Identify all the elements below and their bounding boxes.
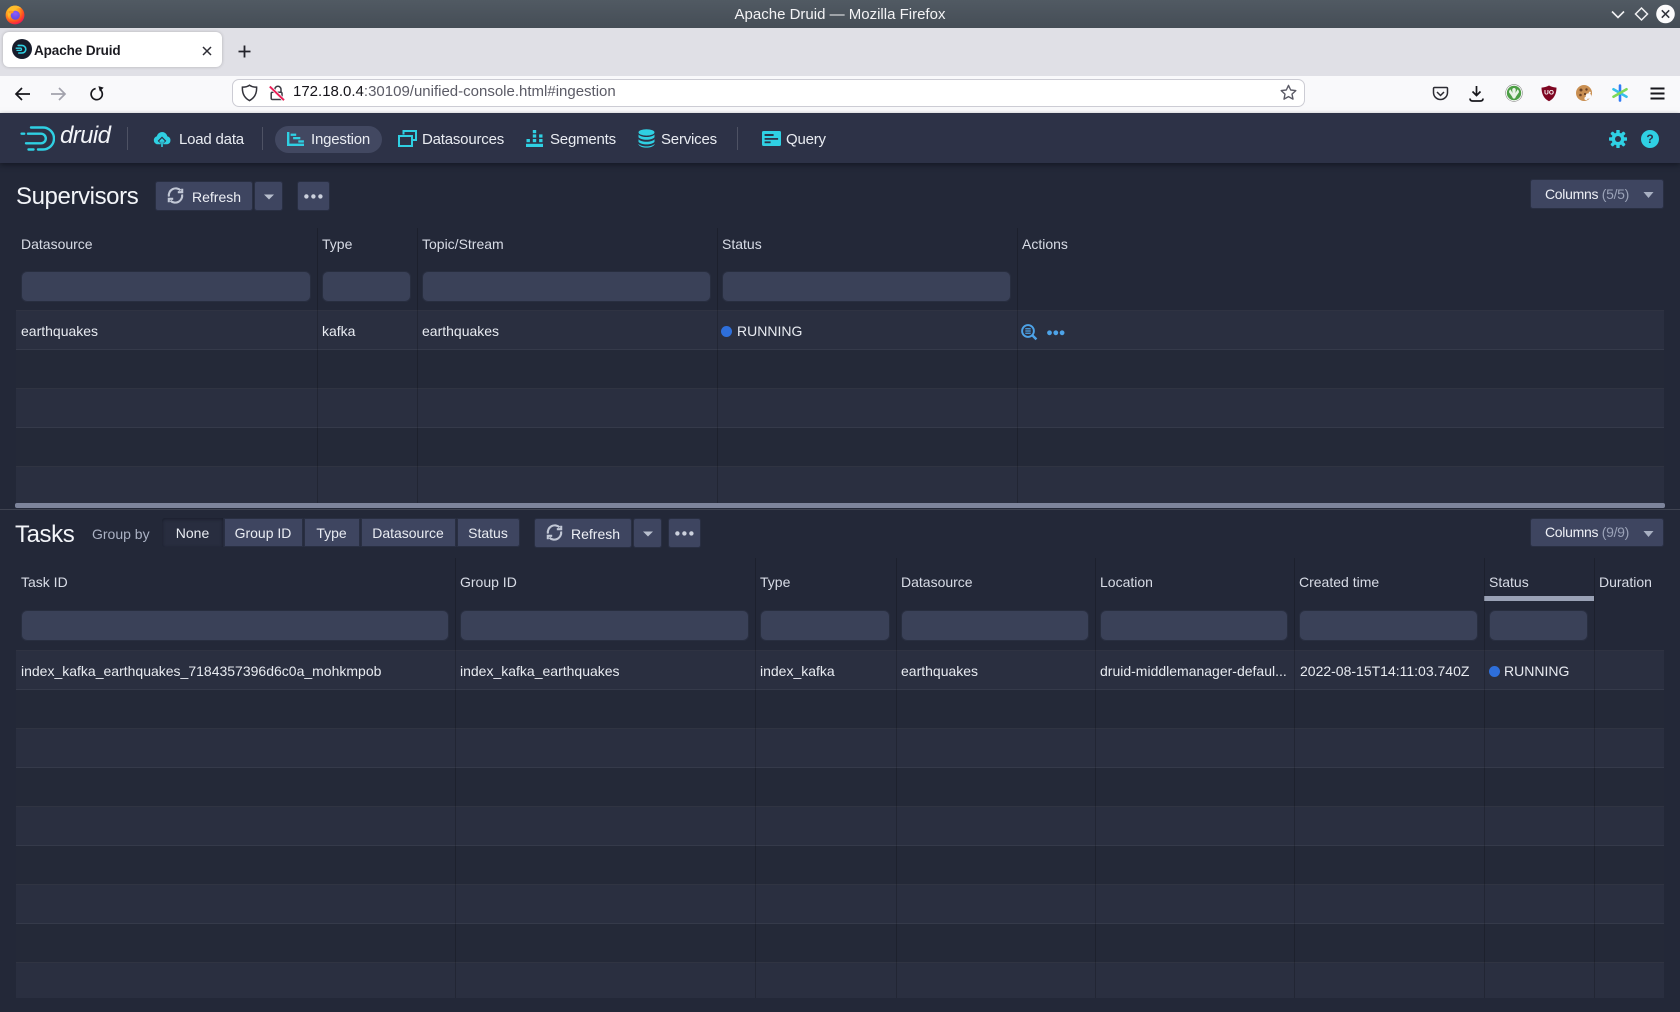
svg-text:UO: UO <box>1544 90 1554 97</box>
svg-text:?: ? <box>1646 132 1653 146</box>
